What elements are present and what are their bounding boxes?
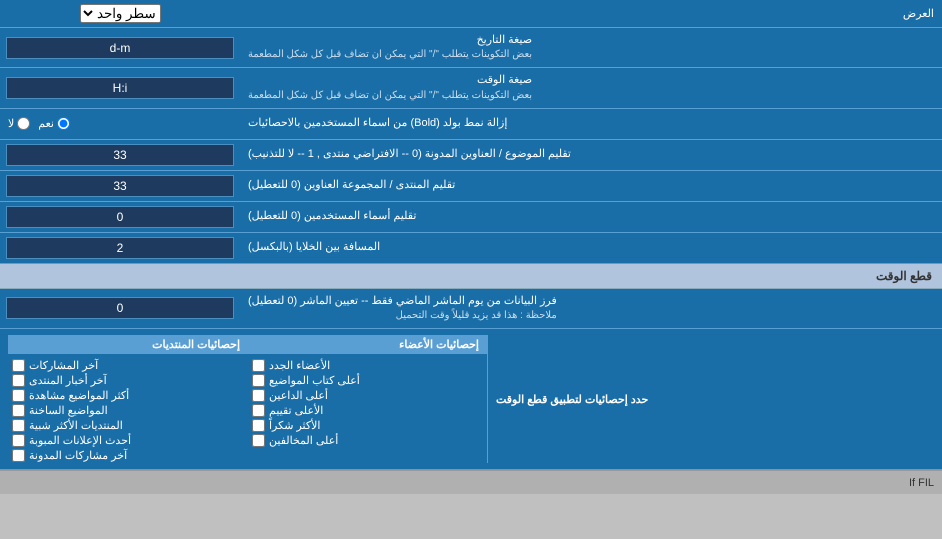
radio-yes-label: نعم <box>38 117 70 130</box>
forum-title-label: تقليم المنتدى / المجموعة العناوين (0 للت… <box>240 171 942 201</box>
list-item: أعلى الداعين <box>248 388 487 403</box>
radio-no-label: لا <box>8 117 30 130</box>
forums-items: آخر المشاركات آخر أخبار المنتدى أكثر الم… <box>8 358 248 463</box>
date-format-row: صيغة التاريخ بعض التكوينات يتطلب "/" الت… <box>0 28 942 68</box>
checkbox-last-news[interactable] <box>12 374 25 387</box>
cutoff-input[interactable]: 0 <box>6 297 234 319</box>
checkbox-popular-forums[interactable] <box>12 419 25 432</box>
time-format-row: صيغة الوقت بعض التكوينات يتطلب "/" التي … <box>0 68 942 108</box>
forums-header: إحصائيات المنتديات <box>8 335 248 354</box>
cell-spacing-row: المسافة بين الخلايا (بالبكسل) 2 <box>0 233 942 264</box>
checkbox-new-members[interactable] <box>252 359 265 372</box>
checkbox-most-viewed[interactable] <box>12 389 25 402</box>
list-item: أعلى المخالفين <box>248 433 487 448</box>
checkbox-last-posts[interactable] <box>12 359 25 372</box>
checkbox-top-posters[interactable] <box>252 374 265 387</box>
usernames-input-wrap: 0 <box>0 202 240 232</box>
list-item: المنتديات الأكثر شبية <box>8 418 248 433</box>
bold-remove-input-wrap: نعم لا <box>0 109 240 139</box>
list-item: الأكثر شكراً <box>248 418 487 433</box>
checkbox-latest-ads[interactable] <box>12 434 25 447</box>
topic-title-label: تقليم الموضوع / العناوين المدونة (0 -- ا… <box>240 140 942 170</box>
forum-title-input[interactable]: 33 <box>6 175 234 197</box>
display-mode-select[interactable]: سطر واحد سطران <box>80 4 161 23</box>
members-header: إحصائيات الأعضاء <box>248 335 487 354</box>
cutoff-input-wrap: 0 <box>0 289 240 328</box>
list-item: أحدث الإعلانات المبوبة <box>8 433 248 448</box>
radio-yes[interactable] <box>57 117 70 130</box>
checkbox-top-violators[interactable] <box>252 434 265 447</box>
topic-title-input-wrap: 33 <box>0 140 240 170</box>
date-format-input[interactable]: d-m <box>6 37 234 59</box>
topic-title-input[interactable]: 33 <box>6 144 234 166</box>
members-items: الأعضاء الجدد أعلى كتاب المواضيع أعلى ال… <box>248 358 487 448</box>
list-item: أعلى كتاب المواضيع <box>248 373 487 388</box>
forum-title-row: تقليم المنتدى / المجموعة العناوين (0 للت… <box>0 171 942 202</box>
list-item: المواضيع الساخنة <box>8 403 248 418</box>
cutoff-section-header: قطع الوقت <box>0 264 942 289</box>
display-mode-label: العرض <box>240 2 942 25</box>
cutoff-label: فرز البيانات من يوم الماشر الماضي فقط --… <box>240 289 942 328</box>
display-mode-input[interactable]: سطر واحد سطران <box>0 0 240 27</box>
cell-spacing-input-wrap: 2 <box>0 233 240 263</box>
usernames-input[interactable]: 0 <box>6 206 234 228</box>
list-item: أكثر المواضيع مشاهدة <box>8 388 248 403</box>
bold-remove-label: إزالة نمط بولد (Bold) من اسماء المستخدمي… <box>240 109 942 139</box>
checkbox-most-thanked[interactable] <box>252 419 265 432</box>
cutoff-row: فرز البيانات من يوم الماشر الماضي فقط --… <box>0 289 942 329</box>
forum-title-input-wrap: 33 <box>0 171 240 201</box>
topic-title-row: تقليم الموضوع / العناوين المدونة (0 -- ا… <box>0 140 942 171</box>
date-format-label: صيغة التاريخ بعض التكوينات يتطلب "/" الت… <box>240 28 942 67</box>
display-mode-row: العرض سطر واحد سطران <box>0 0 942 28</box>
list-item: آخر مشاركات المدونة <box>8 448 248 463</box>
checkbox-hot-topics[interactable] <box>12 404 25 417</box>
checkboxes-section: حدد إحصائيات لتطبيق قطع الوقت إحصائيات ا… <box>0 329 942 470</box>
checkbox-last-blog-posts[interactable] <box>12 449 25 462</box>
date-format-input-wrap: d-m <box>0 28 240 67</box>
checkbox-col-members: إحصائيات الأعضاء الأعضاء الجدد أعلى كتاب… <box>248 335 488 463</box>
radio-no[interactable] <box>17 117 30 130</box>
list-item: آخر أخبار المنتدى <box>8 373 248 388</box>
time-format-input[interactable]: H:i <box>6 77 234 99</box>
usernames-label: تقليم أسماء المستخدمين (0 للتعطيل) <box>240 202 942 232</box>
main-container: العرض سطر واحد سطران صيغة التاريخ بعض ال… <box>0 0 942 494</box>
checkbox-top-rated[interactable] <box>252 404 265 417</box>
checkbox-top-inviters[interactable] <box>252 389 265 402</box>
bold-remove-row: إزالة نمط بولد (Bold) من اسماء المستخدمي… <box>0 109 942 140</box>
list-item: آخر المشاركات <box>8 358 248 373</box>
checkboxes-section-label: حدد إحصائيات لتطبيق قطع الوقت <box>496 393 648 406</box>
list-item: الأعلى تقييم <box>248 403 487 418</box>
time-format-label: صيغة الوقت بعض التكوينات يتطلب "/" التي … <box>240 68 942 107</box>
time-format-input-wrap: H:i <box>0 68 240 107</box>
bottom-text: If FIL <box>909 477 934 489</box>
usernames-row: تقليم أسماء المستخدمين (0 للتعطيل) 0 <box>0 202 942 233</box>
checkbox-col-forums: إحصائيات المنتديات آخر المشاركات آخر أخب… <box>8 335 248 463</box>
cell-spacing-label: المسافة بين الخلايا (بالبكسل) <box>240 233 942 263</box>
list-item: الأعضاء الجدد <box>248 358 487 373</box>
cell-spacing-input[interactable]: 2 <box>6 237 234 259</box>
bottom-bar: If FIL <box>0 470 942 494</box>
